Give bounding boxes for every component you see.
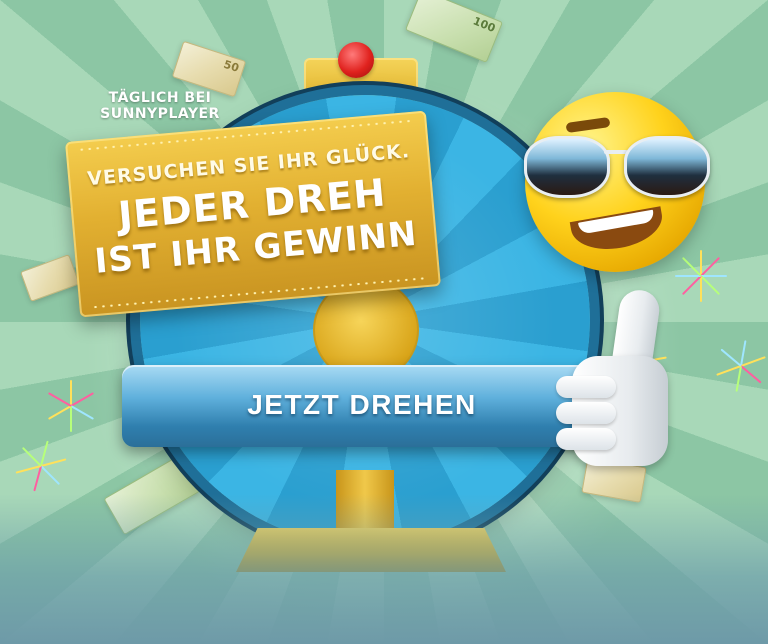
finger — [556, 376, 616, 398]
sunglasses-lens-left — [524, 136, 610, 198]
wheel-stand-stem — [336, 470, 394, 540]
firework-burst-icon — [47, 380, 95, 432]
banknote-value: 100 — [471, 14, 498, 36]
sunglasses-icon — [522, 130, 710, 200]
finger — [556, 402, 616, 424]
promo-banner: 50 100 TÄGLICH BEI SUNNYPLAYER VERSUCHEN… — [0, 0, 768, 644]
euro-banknote-icon — [20, 254, 80, 302]
banknote-value: 50 — [221, 57, 241, 75]
thumbs-up-icon — [556, 287, 668, 466]
euro-banknote-icon: 100 — [404, 0, 504, 63]
daily-tagline: TÄGLICH BEI SUNNYPLAYER — [80, 90, 240, 122]
spin-now-label: JETZT DREHEN — [247, 389, 477, 420]
spin-now-button[interactable]: JETZT DREHEN — [122, 365, 602, 447]
firework-burst-icon — [15, 440, 67, 492]
firework-burst-icon — [716, 340, 766, 392]
euro-banknote-icon: 50 — [171, 40, 247, 98]
sunglasses-lens-right — [624, 136, 710, 198]
finger — [556, 428, 616, 450]
firework-burst-icon — [675, 250, 727, 302]
euro-banknote-icon — [103, 454, 201, 536]
wheel-pointer-icon — [338, 42, 374, 78]
daily-tagline-line1: TÄGLICH BEI — [108, 90, 212, 106]
headline-sign: VERSUCHEN SIE IHR GLÜCK. JEDER DREH IST … — [65, 110, 441, 318]
daily-tagline-line2: SUNNYPLAYER — [100, 106, 220, 122]
wheel-stand-base — [236, 528, 506, 572]
